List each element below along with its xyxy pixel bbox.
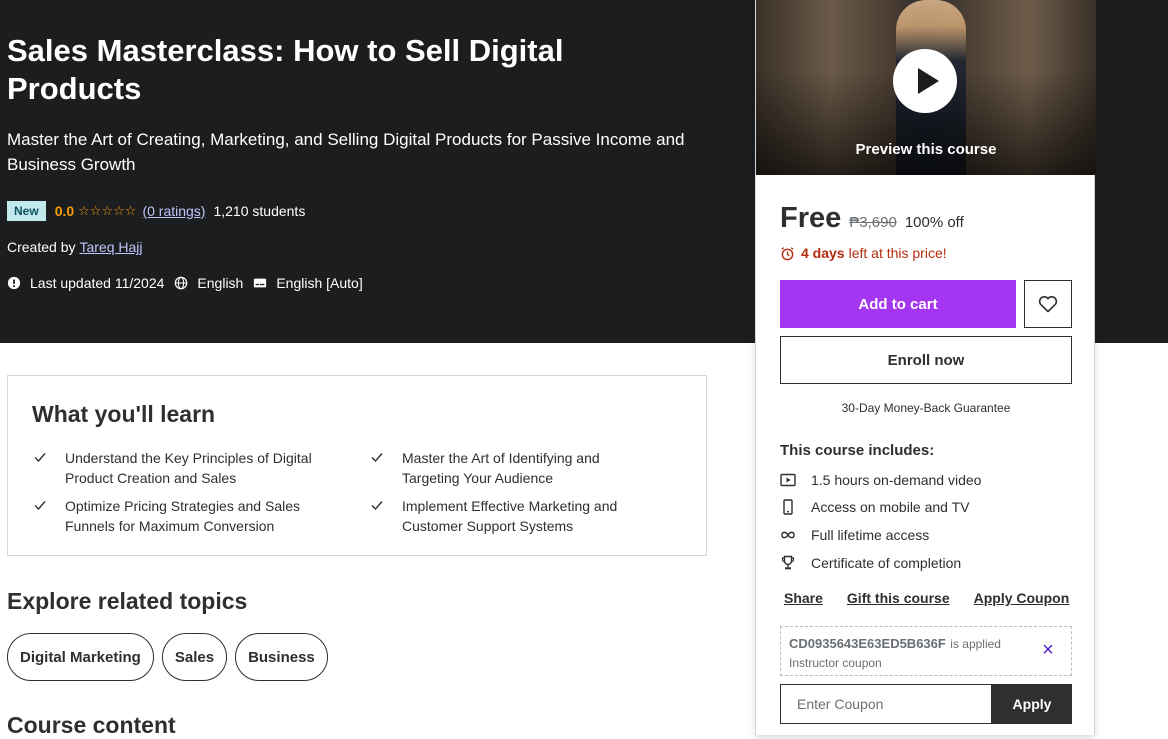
learn-title: What you'll learn	[32, 401, 216, 427]
learn-item: Optimize Pricing Strategies and Sales Fu…	[33, 496, 323, 536]
students-count: 1,210 students	[213, 203, 306, 219]
purchase-sidebar: Preview this course Free ₱3,690 100% off…	[755, 0, 1096, 735]
check-icon	[34, 501, 46, 511]
topic-digital-marketing[interactable]: Digital Marketing	[7, 633, 154, 681]
current-price: Free	[780, 202, 842, 234]
include-item: Certificate of completion	[780, 555, 961, 571]
include-text: Access on mobile and TV	[811, 499, 970, 515]
rating-row: New 0.0 ☆☆☆☆☆ (0 ratings) 1,210 students	[7, 201, 305, 221]
learn-item: Master the Art of Identifying and Target…	[370, 448, 660, 488]
coupon-note: Instructor coupon	[789, 656, 882, 670]
created-by-label: Created by	[7, 239, 76, 255]
mobile-icon	[783, 499, 793, 515]
money-back-guarantee: 30-Day Money-Back Guarantee	[841, 401, 1011, 415]
price-timer: 4 days left at this price!	[780, 245, 947, 261]
learn-item-text: Implement Effective Marketing and Custom…	[402, 498, 618, 534]
include-text: 1.5 hours on-demand video	[811, 472, 982, 488]
preview-label[interactable]: Preview this course	[756, 141, 1096, 158]
course-preview[interactable]: Preview this course	[756, 0, 1096, 175]
timer-text: left at this price!	[848, 245, 947, 261]
enroll-now-button[interactable]: Enroll now	[780, 336, 1072, 384]
infinity-icon	[781, 531, 795, 539]
wishlist-button[interactable]	[1024, 280, 1072, 328]
includes-title: This course includes:	[780, 442, 935, 459]
course-title: Sales Masterclass: How to Sell Digital P…	[7, 33, 564, 106]
timer-days: 4 days	[801, 245, 845, 261]
heart-icon	[1038, 296, 1058, 313]
discount-percent: 100% off	[904, 214, 964, 231]
what-youll-learn-box: What you'll learn Understand the Key Pri…	[7, 375, 707, 556]
apply-coupon-button[interactable]: Apply	[992, 684, 1072, 724]
trophy-icon	[781, 555, 795, 570]
instructor-link[interactable]: Tareq Hajj	[79, 239, 142, 255]
ratings-count-link[interactable]: (0 ratings)	[142, 203, 205, 219]
remove-coupon-close-icon[interactable]: ×	[1039, 640, 1057, 660]
coupon-input[interactable]	[780, 684, 992, 724]
new-badge: New	[7, 201, 46, 221]
rating-value: 0.0	[54, 203, 75, 219]
apply-coupon-link[interactable]: Apply Coupon	[974, 590, 1070, 606]
include-item: Full lifetime access	[780, 527, 929, 543]
language: English	[174, 275, 243, 291]
include-text: Certificate of completion	[811, 555, 962, 571]
rating-stars-icon: ☆☆☆☆☆	[78, 203, 137, 218]
topic-business[interactable]: Business	[235, 633, 328, 681]
learn-item-text: Master the Art of Identifying and Target…	[402, 450, 600, 486]
price-row: Free ₱3,690 100% off	[780, 202, 964, 235]
learn-item: Understand the Key Principles of Digital…	[33, 448, 323, 488]
include-text: Full lifetime access	[811, 527, 930, 543]
video-icon	[780, 473, 796, 487]
share-link[interactable]: Share	[784, 590, 823, 606]
course-subtitle: Master the Art of Creating, Marketing, a…	[7, 130, 685, 174]
captions: English [Auto]	[253, 275, 363, 291]
last-updated-text: Last updated 11/2024	[30, 275, 165, 291]
related-topics-title: Explore related topics	[7, 588, 248, 614]
applied-coupon-box: CD0935643E63ED5B636F is applied Instruct…	[780, 626, 1072, 676]
learn-item-text: Optimize Pricing Strategies and Sales Fu…	[65, 498, 300, 534]
created-by-row: Created by Tareq Hajj	[7, 239, 143, 255]
add-to-cart-button[interactable]: Add to cart	[780, 280, 1016, 328]
original-price: ₱3,690	[849, 214, 897, 231]
alert-badge-icon	[7, 276, 21, 290]
captions-icon	[254, 278, 267, 288]
learn-item: Implement Effective Marketing and Custom…	[370, 496, 660, 536]
include-item: 1.5 hours on-demand video	[780, 472, 981, 488]
topic-sales[interactable]: Sales	[161, 633, 228, 681]
language-text: English	[197, 275, 244, 291]
alarm-clock-icon	[781, 246, 794, 260]
coupon-code: CD0935643E63ED5B636F	[789, 636, 946, 651]
play-icon[interactable]	[893, 49, 957, 113]
gift-course-link[interactable]: Gift this course	[847, 590, 950, 606]
coupon-applied-text: is applied	[950, 637, 1001, 651]
include-item: Access on mobile and TV	[780, 499, 970, 515]
learn-item-text: Understand the Key Principles of Digital…	[65, 450, 312, 486]
sidebar-links: Share Gift this course Apply Coupon	[784, 590, 1093, 606]
captions-text: English [Auto]	[276, 275, 363, 291]
check-icon	[371, 501, 383, 511]
related-topics-list: Digital Marketing Sales Business	[7, 633, 336, 681]
check-icon	[371, 453, 383, 463]
check-icon	[34, 453, 46, 463]
last-updated: Last updated 11/2024	[7, 275, 164, 291]
course-meta-row: Last updated 11/2024 English English [Au…	[7, 275, 373, 291]
globe-icon	[175, 276, 188, 290]
